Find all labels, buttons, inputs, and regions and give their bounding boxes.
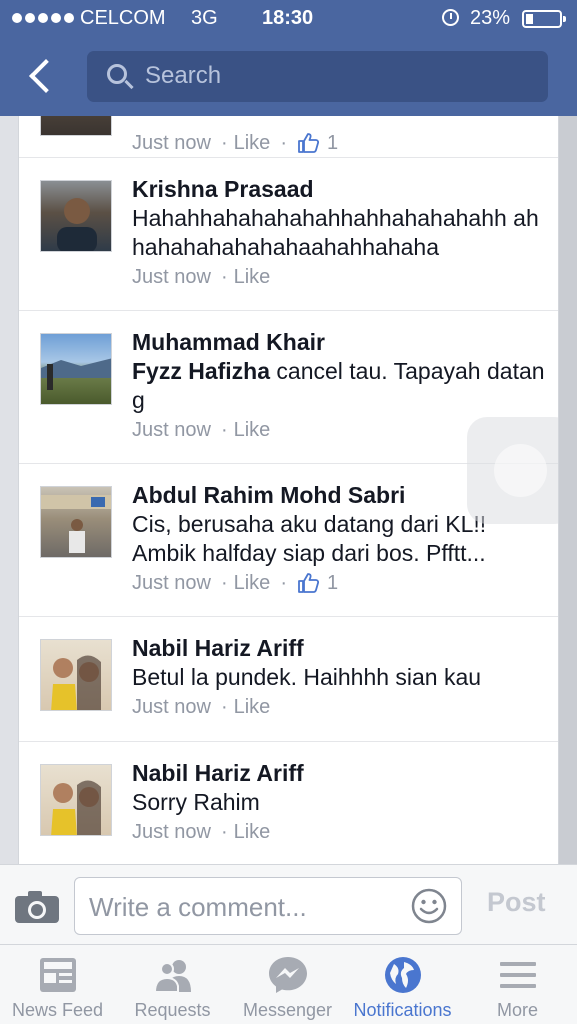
avatar[interactable] [40, 180, 112, 252]
alarm-icon [442, 9, 459, 26]
avatar[interactable] [40, 639, 112, 711]
comment-text: Betul la pundek. Haihhhh sian kau [132, 664, 482, 690]
like-button[interactable]: Like [234, 262, 271, 292]
comment-item: Krishna Prasaad Hahahhahahahahahhahhahah… [19, 158, 558, 311]
like-button[interactable]: Like [234, 817, 271, 847]
meta-separator: · [220, 419, 228, 441]
tab-notifications[interactable]: Notifications [345, 945, 460, 1024]
comment-meta: Just now · Like · 1 [132, 568, 547, 598]
post-button[interactable]: Post [487, 887, 546, 918]
tab-news-feed[interactable]: News Feed [0, 945, 115, 1024]
comment-timestamp: Just now [132, 266, 211, 288]
like-button[interactable]: Like [234, 415, 271, 445]
thumbs-up-icon [297, 133, 319, 153]
comment-box[interactable] [74, 877, 462, 935]
status-bar: CELCOM 3G 18:30 23% [0, 0, 577, 38]
comment-timestamp: Just now [132, 132, 211, 154]
tab-messenger[interactable]: Messenger [230, 945, 345, 1024]
meta-separator: · [220, 266, 228, 288]
emoji-icon[interactable] [411, 888, 447, 924]
signal-strength-icon [12, 13, 74, 23]
tab-label: News Feed [11, 1000, 104, 1020]
messenger-icon [267, 956, 309, 994]
tab-bar: News Feed Requests Messenger Notificatio… [0, 944, 577, 1024]
meta-separator: · [220, 821, 228, 843]
comment-timestamp: Just now [132, 419, 211, 441]
comment-meta: Just now · Like [132, 692, 547, 722]
comment-timestamp: Just now [132, 572, 211, 594]
comment-author[interactable]: Muhammad Khair [132, 327, 547, 357]
tab-label: Messenger [242, 1000, 333, 1020]
meta-separator: · [220, 696, 228, 718]
meta-separator: · [220, 572, 228, 594]
comment-item: Nabil Hariz Ariff Betul la pundek. Haihh… [19, 617, 558, 742]
tab-label: Requests [134, 1000, 211, 1020]
news-feed-icon [37, 956, 79, 994]
comment-text: Sorry Rahim [132, 789, 260, 815]
like-count: 1 [326, 132, 339, 154]
more-menu-icon [497, 956, 539, 994]
avatar[interactable] [40, 333, 112, 405]
comment-text: Hahahhahahahahahhahhahahahahh ahhahahaha… [132, 205, 539, 260]
comment-meta: Just now · Like [132, 817, 547, 847]
battery-percent: 23% [470, 7, 511, 29]
app-screen: CELCOM 3G 18:30 23% Just now · Like · [0, 0, 577, 1024]
battery-fill [526, 14, 533, 24]
like-button[interactable]: Like [234, 128, 271, 158]
search-input[interactable] [145, 59, 535, 93]
requests-icon [152, 956, 194, 994]
comment-item: Nabil Hariz Ariff Sorry Rahim Just now ·… [19, 742, 558, 864]
tab-requests[interactable]: Requests [115, 945, 230, 1024]
avatar[interactable] [40, 116, 112, 136]
like-button[interactable]: Like [234, 692, 271, 722]
camera-icon[interactable] [14, 890, 60, 924]
comment-timestamp: Just now [132, 821, 211, 843]
tab-more[interactable]: More [460, 945, 575, 1024]
assistive-touch-button[interactable] [467, 417, 558, 524]
comment-author[interactable]: Krishna Prasaad [132, 174, 547, 204]
notifications-globe-icon [382, 956, 424, 994]
comment-text: Fyzz Hafizha cancel tau. Tapayah datang [132, 357, 547, 415]
network-type: 3G [191, 7, 218, 29]
comment-timestamp: Just now [132, 696, 211, 718]
comment-meta: Just now · Like · 1 [132, 128, 547, 158]
meta-separator: · [280, 572, 287, 594]
avatar[interactable] [40, 764, 112, 836]
comment-item: Just now · Like · 1 [19, 116, 558, 158]
top-bar: CELCOM 3G 18:30 23% [0, 0, 577, 116]
comment-author[interactable]: Nabil Hariz Ariff [132, 633, 547, 663]
comment-author[interactable]: Nabil Hariz Ariff [132, 758, 547, 788]
like-button[interactable]: Like [234, 568, 271, 598]
comment-input[interactable] [89, 890, 409, 924]
tab-label: More [496, 1000, 538, 1020]
meta-separator: · [220, 132, 228, 154]
tab-label: Notifications [353, 1000, 452, 1020]
comment-list[interactable]: Just now · Like · 1 Krishna Prasaad Haha… [18, 116, 559, 864]
back-button[interactable] [24, 56, 64, 96]
clock: 18:30 [262, 7, 314, 29]
meta-separator: · [280, 132, 287, 154]
comment-mention[interactable]: Fyzz Hafizha [132, 358, 270, 384]
battery-icon [522, 10, 566, 28]
carrier-name: CELCOM [80, 7, 166, 29]
thumbs-up-icon [297, 573, 319, 593]
comment-composer: Post [0, 864, 577, 944]
search-icon [107, 64, 127, 84]
comment-meta: Just now · Like [132, 262, 547, 292]
scroll-gutter [559, 116, 577, 864]
avatar[interactable] [40, 486, 112, 558]
like-count: 1 [326, 572, 339, 594]
search-bar[interactable] [87, 51, 548, 102]
